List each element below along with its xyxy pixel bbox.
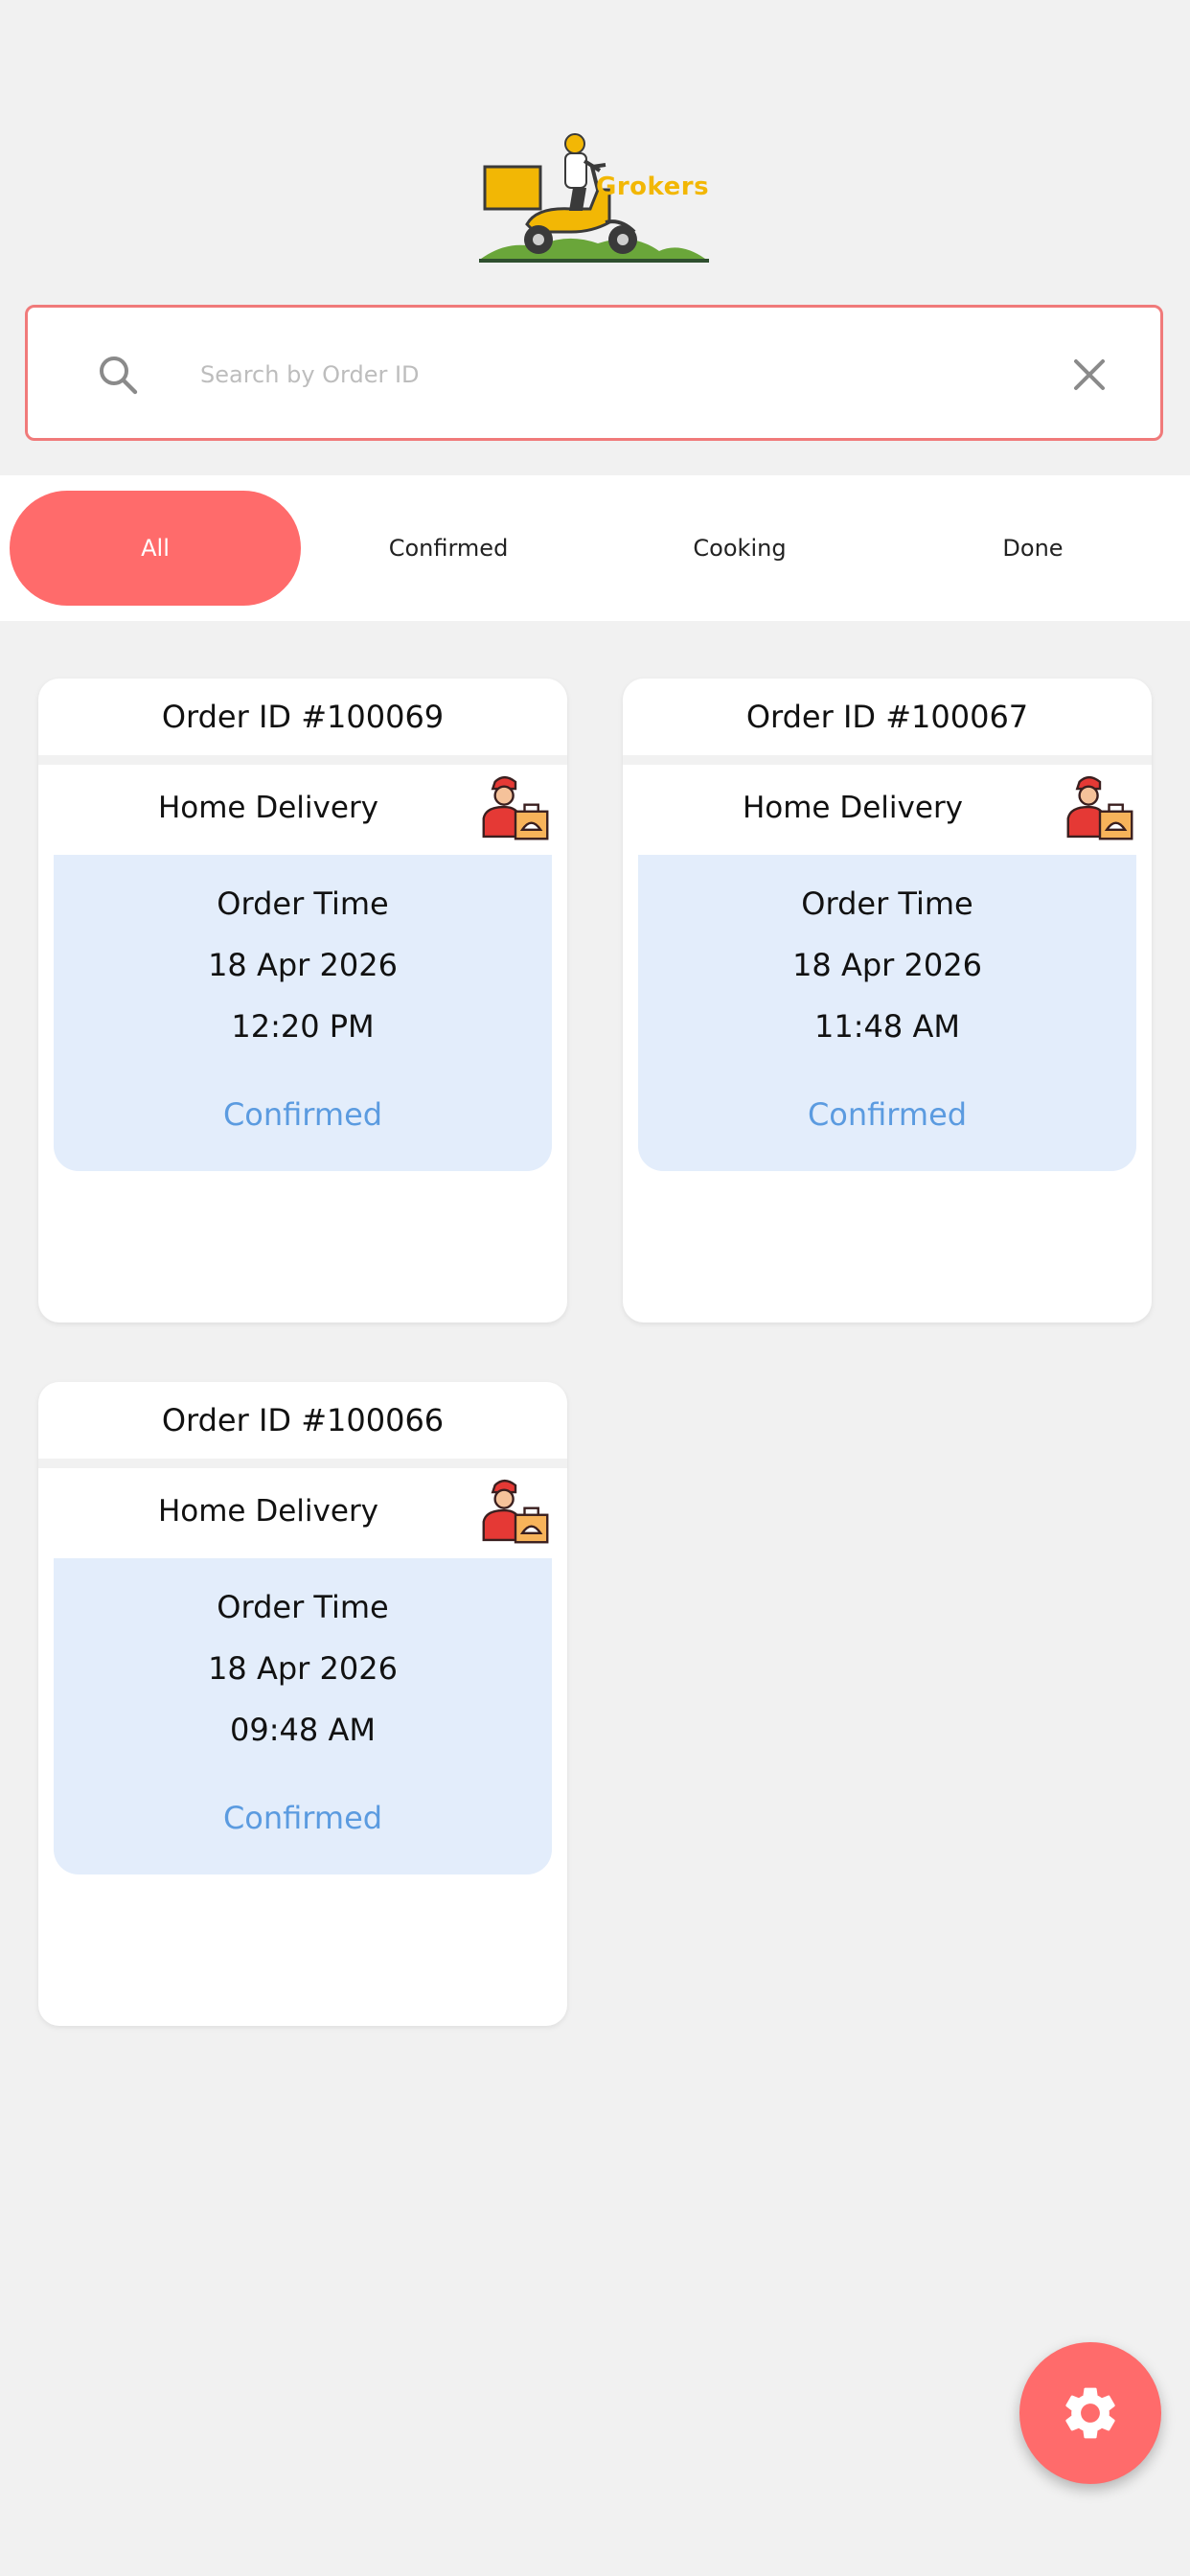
order-time: 11:48 AM [814, 1008, 960, 1045]
order-card[interactable]: Order ID #100066 Home Delivery Order Tim… [38, 1382, 567, 2026]
order-type: Home Delivery [157, 1494, 379, 1529]
search-icon [100, 356, 138, 395]
card-divider [623, 755, 1152, 765]
order-type: Home Delivery [742, 791, 964, 825]
search-bar[interactable] [25, 305, 1163, 441]
delivery-person-icon [482, 775, 549, 840]
card-divider [38, 1459, 567, 1468]
order-time-panel: Order Time 18 Apr 2026 12:20 PM Confirme… [54, 855, 552, 1171]
close-icon[interactable] [1066, 352, 1112, 398]
gear-icon [1065, 2387, 1115, 2439]
settings-button[interactable] [1019, 2342, 1161, 2484]
brand-name: Grokers [596, 172, 710, 201]
order-time-label: Order Time [217, 886, 389, 922]
order-status: Confirmed [807, 1096, 968, 1133]
order-status: Confirmed [222, 1096, 383, 1133]
search-input[interactable] [200, 346, 1043, 403]
order-card[interactable]: Order ID #100069 Home Delivery Order Tim… [38, 678, 567, 1322]
tab-cooking[interactable]: Cooking [594, 491, 885, 606]
tab-all[interactable]: All [10, 491, 301, 606]
order-date: 18 Apr 2026 [208, 1650, 398, 1687]
order-type: Home Delivery [157, 791, 379, 825]
order-status: Confirmed [222, 1800, 383, 1836]
order-time-panel: Order Time 18 Apr 2026 09:48 AM Confirme… [54, 1558, 552, 1874]
order-date: 18 Apr 2026 [792, 947, 982, 983]
order-time-panel: Order Time 18 Apr 2026 11:48 AM Confirme… [638, 855, 1136, 1171]
order-time: 09:48 AM [230, 1712, 376, 1748]
status-filter-tabs: All Confirmed Cooking Done [0, 475, 1190, 621]
delivery-person-icon [1066, 775, 1133, 840]
order-date: 18 Apr 2026 [208, 947, 398, 983]
tab-done[interactable]: Done [887, 491, 1179, 606]
delivery-person-icon [482, 1479, 549, 1544]
order-id: Order ID #100066 [161, 1402, 445, 1438]
order-time: 12:20 PM [231, 1008, 375, 1045]
order-id: Order ID #100067 [745, 699, 1029, 735]
order-time-label: Order Time [217, 1589, 389, 1625]
order-card[interactable]: Order ID #100067 Home Delivery Order Tim… [623, 678, 1152, 1322]
order-time-label: Order Time [801, 886, 973, 922]
order-id: Order ID #100069 [161, 699, 445, 735]
card-divider [38, 755, 567, 765]
tab-confirmed[interactable]: Confirmed [303, 491, 594, 606]
